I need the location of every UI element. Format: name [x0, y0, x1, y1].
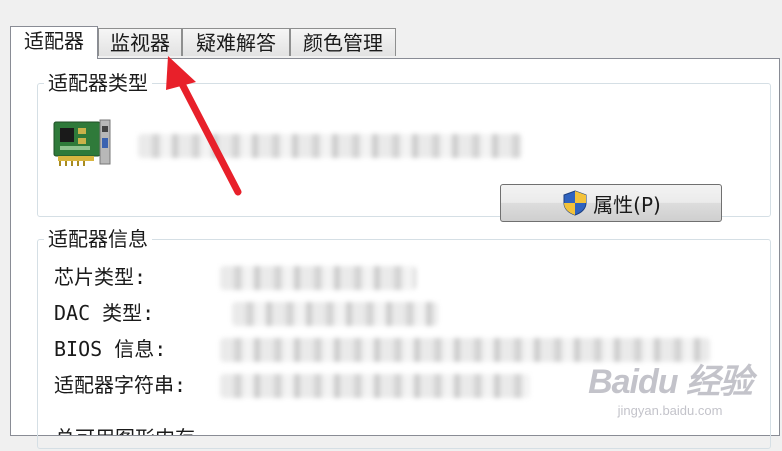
tab-bar: 适配器 监视器 疑难解答 颜色管理 [10, 26, 770, 59]
properties-button[interactable]: 属性(P) [500, 184, 722, 222]
dac-type-value [232, 302, 438, 326]
adapter-type-legend: 适配器类型 [44, 70, 152, 96]
tab-monitor[interactable]: 监视器 [98, 28, 182, 56]
properties-button-label: 属性(P) [593, 192, 661, 217]
tab-color-management[interactable]: 颜色管理 [290, 28, 396, 56]
adapter-string-label: 适配器字符串: [54, 373, 187, 397]
adapter-name-redacted [138, 134, 522, 158]
chip-type-value [220, 266, 416, 290]
watermark-url: jingyan.baidu.com [617, 403, 723, 418]
adapter-string-value [220, 374, 530, 398]
bios-info-label: BIOS 信息: [54, 337, 167, 361]
dac-type-label: DAC 类型: [54, 301, 155, 325]
adapter-type-group: 适配器类型 属性(P) [37, 70, 771, 222]
uac-shield-icon [563, 190, 587, 216]
tab-adapter[interactable]: 适配器 [10, 26, 98, 59]
graphics-card-icon [53, 119, 111, 166]
baidu-watermark: Baidu 经验 jingyan.baidu.com [588, 354, 753, 418]
tab-troubleshoot[interactable]: 疑难解答 [182, 28, 290, 56]
adapter-info-legend: 适配器信息 [44, 226, 152, 252]
chip-type-label: 芯片类型: [54, 265, 147, 289]
watermark-logo: Baidu 经验 [588, 363, 753, 401]
